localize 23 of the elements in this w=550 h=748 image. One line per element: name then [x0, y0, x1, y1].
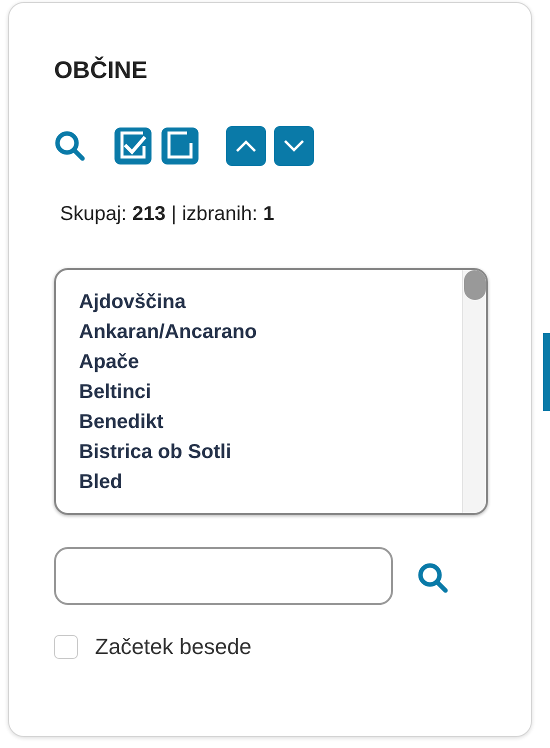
list-option[interactable]: Bled: [77, 467, 462, 497]
checkbox[interactable]: [54, 634, 78, 658]
search-icon[interactable]: [54, 130, 86, 162]
checkbox-label: Začetek besede: [95, 633, 252, 661]
list-option[interactable]: Beltinci: [77, 377, 462, 407]
list-option[interactable]: Benedikt: [77, 407, 462, 437]
search-field[interactable]: [54, 547, 393, 605]
scrollbar-thumb[interactable]: [464, 270, 486, 300]
select-all-icon[interactable]: [113, 126, 153, 166]
list-option[interactable]: Ankaran/Ancarano: [77, 317, 462, 347]
count-summary: Skupaj: 213 | izbranih: 1: [60, 202, 276, 227]
scrollbar[interactable]: [462, 270, 486, 513]
list-option[interactable]: Bistrica ob Sotli: [77, 437, 462, 467]
deselect-all-icon[interactable]: [160, 126, 200, 166]
move-down-button[interactable]: [274, 126, 314, 166]
municipality-listbox[interactable]: Ajdovščina Ankaran/Ancarano Apače Beltinci Benedikt Bistrica ob Sotli Bled: [54, 268, 488, 515]
list-option[interactable]: Ajdovščina: [77, 287, 462, 317]
chevron-up-icon: [235, 139, 257, 153]
panel-title: OBČINE: [54, 56, 148, 86]
chevron-down-icon: [283, 139, 305, 153]
list-option[interactable]: Apače: [77, 347, 462, 377]
move-up-button[interactable]: [226, 126, 266, 166]
search-icon[interactable]: [417, 562, 449, 594]
